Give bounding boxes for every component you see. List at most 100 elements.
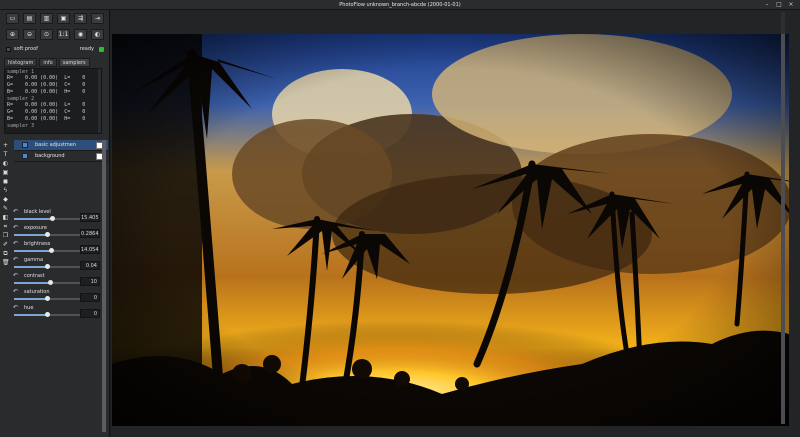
- settings-button[interactable]: ⇥: [91, 13, 104, 24]
- pen-tool-icon[interactable]: ✐: [2, 242, 9, 248]
- scrollbar-thumb[interactable]: [102, 140, 106, 432]
- adjustment-slider[interactable]: [14, 312, 80, 317]
- layer-item[interactable]: background: [14, 151, 108, 162]
- adjustment-value[interactable]: 14.054: [80, 245, 100, 254]
- image-tool-icon[interactable]: ▣: [2, 170, 9, 176]
- view-mode-button[interactable]: ◉: [74, 29, 87, 40]
- adjustment-value[interactable]: 0.04: [80, 261, 100, 270]
- slider-knob[interactable]: [49, 248, 54, 253]
- preview-button[interactable]: ◐: [91, 29, 104, 40]
- open-icon: ▤: [26, 14, 33, 22]
- duplicate-tool-icon[interactable]: ❐: [2, 233, 9, 239]
- close-icon[interactable]: ×: [788, 2, 794, 8]
- adjustment-row: ↶ exposure 0.2864: [10, 223, 104, 239]
- slider-knob[interactable]: [50, 216, 55, 221]
- image-canvas[interactable]: [111, 10, 800, 437]
- window-title: PhotoFlow unknown_branch-abcde (2000-01-…: [339, 2, 461, 8]
- adjustment-row: ↶ saturation 0: [10, 287, 104, 303]
- tab-samplers[interactable]: samplers: [58, 58, 90, 67]
- reset-icon[interactable]: ↶: [13, 272, 18, 279]
- open-with-button[interactable]: ▥: [40, 13, 53, 24]
- sampler-row: G= 0.00 (0.00) C= 0: [7, 109, 86, 115]
- export-icon: ⇶: [77, 14, 84, 22]
- zoom-1-1-button[interactable]: 1:1: [57, 29, 70, 40]
- scrollbar-thumb[interactable]: [781, 34, 785, 424]
- sampler-row: B= 0.00 (0.00) H= 0: [7, 116, 86, 122]
- reset-icon[interactable]: ↶: [13, 304, 18, 311]
- title-bar: PhotoFlow unknown_branch-abcde (2000-01-…: [0, 0, 800, 10]
- adjustment-row: ↶ gamma 0.04: [10, 255, 104, 271]
- maximize-icon[interactable]: □: [776, 2, 782, 8]
- clone-tool-icon[interactable]: ⧉: [2, 251, 9, 257]
- adjustment-slider[interactable]: [14, 264, 80, 269]
- zoom-fit-button[interactable]: ⊙: [40, 29, 53, 40]
- photo-preview[interactable]: [112, 34, 789, 426]
- reset-icon[interactable]: ↶: [13, 288, 18, 295]
- minimize-icon[interactable]: –: [764, 2, 770, 8]
- zoom-out-button[interactable]: ⊖: [23, 29, 36, 40]
- color-tool-icon[interactable]: ◼: [2, 179, 9, 185]
- slider-knob[interactable]: [45, 264, 50, 269]
- adjustment-slider[interactable]: [14, 216, 80, 221]
- canvas-scrollbar[interactable]: [781, 12, 785, 424]
- basic-adjustments-panel: ↶ black level 15.405 ↶ exposure 0.2864 ↶…: [10, 207, 104, 319]
- brush-tool-icon[interactable]: ✎: [2, 206, 9, 212]
- adjustment-row: ↶ hue 0: [10, 303, 104, 319]
- adjustment-row: ↶ black level 15.405: [10, 207, 104, 223]
- text-tool-icon[interactable]: T: [2, 152, 9, 158]
- adjustment-slider[interactable]: [14, 232, 80, 237]
- samplers-panel: sampler 1 R= 0.00 (0.00) L= 0 G= 0.00 (0…: [4, 68, 102, 134]
- open-image-button[interactable]: ▤: [23, 13, 36, 24]
- export-button[interactable]: ⇶: [74, 13, 87, 24]
- reset-icon[interactable]: ↶: [13, 256, 18, 263]
- preview-icon: ◐: [94, 30, 101, 38]
- delete-layer-icon[interactable]: 🗑: [2, 260, 10, 266]
- adjustment-label: saturation: [24, 289, 50, 295]
- adjustment-value[interactable]: 10: [80, 277, 100, 286]
- left-panel-scrollbar[interactable]: [102, 140, 106, 432]
- zoom-in-button[interactable]: ⊕: [6, 29, 19, 40]
- tab-info[interactable]: info: [39, 58, 57, 67]
- add-layer-icon[interactable]: +: [2, 143, 9, 149]
- layer-item[interactable]: basic adjustmen: [14, 140, 108, 151]
- reset-icon[interactable]: ↶: [13, 240, 18, 247]
- toolbar-row-1: ▭ ▤ ▥ ▣ ⇶ ⇥: [6, 13, 104, 24]
- slider-knob[interactable]: [45, 296, 50, 301]
- soft-proof-label: soft proof: [14, 46, 38, 52]
- adjustment-label: brightness: [24, 241, 51, 247]
- contrast-tool-icon[interactable]: ◐: [2, 161, 9, 167]
- zoom-fit-icon: ⊙: [43, 30, 50, 38]
- layer-visible-checkbox[interactable]: [22, 153, 28, 159]
- slider-knob[interactable]: [45, 312, 50, 317]
- adjustment-value[interactable]: 0: [80, 293, 100, 302]
- samplers-scrollbar[interactable]: [98, 69, 101, 133]
- new-image-button[interactable]: ▭: [6, 13, 19, 24]
- reset-icon[interactable]: ↶: [13, 208, 18, 215]
- slider-knob[interactable]: [45, 232, 50, 237]
- zoom-in-icon: ⊕: [9, 30, 16, 38]
- drop-tool-icon[interactable]: ◆: [2, 197, 9, 203]
- reset-icon[interactable]: ↶: [13, 224, 18, 231]
- view-icon: ◉: [77, 30, 84, 38]
- adjustment-value[interactable]: 15.405: [80, 213, 100, 222]
- soft-proof-checkbox[interactable]: [6, 46, 11, 52]
- adjustment-slider[interactable]: [14, 296, 80, 301]
- info-tabs: histogram info samplers: [4, 58, 90, 67]
- adjustment-slider[interactable]: [14, 280, 80, 285]
- sampler-row: G= 0.00 (0.00) C= 0: [7, 82, 86, 88]
- zoom-1-1-label: 1:1: [58, 30, 69, 38]
- crop-tool-icon[interactable]: ⌗: [2, 224, 9, 230]
- slider-knob[interactable]: [48, 280, 53, 285]
- adjustment-label: contrast: [24, 273, 45, 279]
- lightning-tool-icon[interactable]: ϟ: [2, 188, 9, 194]
- window-controls: – □ ×: [764, 2, 794, 8]
- adjustment-value[interactable]: 0: [80, 309, 100, 318]
- mask-tool-icon[interactable]: ◧: [2, 215, 9, 221]
- adjustment-slider[interactable]: [14, 248, 80, 253]
- layer-visible-checkbox[interactable]: [22, 142, 28, 148]
- tab-histogram[interactable]: histogram: [4, 58, 38, 67]
- adjustment-value[interactable]: 0.2864: [80, 229, 100, 238]
- new-icon: ▭: [9, 14, 16, 22]
- soft-proof-row: soft proof ready: [6, 45, 104, 53]
- save-button[interactable]: ▣: [57, 13, 70, 24]
